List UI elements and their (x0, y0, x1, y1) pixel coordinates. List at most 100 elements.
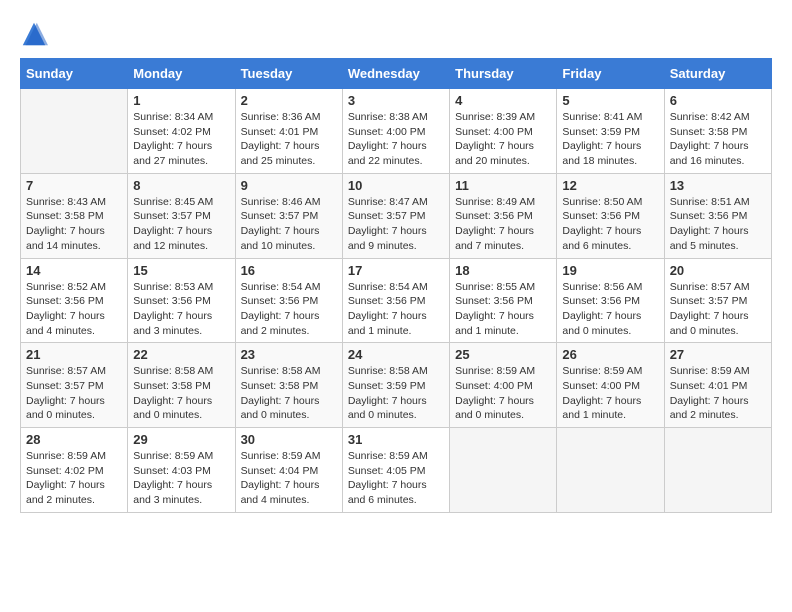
day-info: Sunrise: 8:47 AMSunset: 3:57 PMDaylight:… (348, 195, 444, 254)
calendar-cell: 24 Sunrise: 8:58 AMSunset: 3:59 PMDayligh… (342, 343, 449, 428)
day-number: 27 (670, 347, 766, 362)
day-number: 6 (670, 93, 766, 108)
day-number: 25 (455, 347, 551, 362)
calendar-cell: 27 Sunrise: 8:59 AMSunset: 4:01 PMDayligh… (664, 343, 771, 428)
day-info: Sunrise: 8:59 AMSunset: 4:00 PMDaylight:… (562, 364, 658, 423)
day-number: 15 (133, 263, 229, 278)
calendar-cell: 28 Sunrise: 8:59 AMSunset: 4:02 PMDayligh… (21, 428, 128, 513)
day-info: Sunrise: 8:42 AMSunset: 3:58 PMDaylight:… (670, 110, 766, 169)
day-info: Sunrise: 8:46 AMSunset: 3:57 PMDaylight:… (241, 195, 337, 254)
day-number: 28 (26, 432, 122, 447)
day-header-wednesday: Wednesday (342, 59, 449, 89)
calendar-cell: 25Sunrise: 8:59 AMSunset: 4:00 PMDayligh… (450, 343, 557, 428)
day-number: 12 (562, 178, 658, 193)
day-info: Sunrise: 8:58 AMSunset: 3:58 PMDaylight:… (241, 364, 337, 423)
day-info: Sunrise: 8:39 AMSunset: 4:00 PMDaylight:… (455, 110, 551, 169)
day-number: 24 (348, 347, 444, 362)
day-number: 18 (455, 263, 551, 278)
day-number: 2 (241, 93, 337, 108)
calendar-cell: 1 Sunrise: 8:34 AMSunset: 4:02 PMDaylight… (128, 89, 235, 174)
calendar-cell (664, 428, 771, 513)
day-header-saturday: Saturday (664, 59, 771, 89)
calendar-week-5: 28 Sunrise: 8:59 AMSunset: 4:02 PMDayligh… (21, 428, 772, 513)
day-number: 1 (133, 93, 229, 108)
calendar-cell: 2 Sunrise: 8:36 AMSunset: 4:01 PMDaylight… (235, 89, 342, 174)
calendar-cell: 6 Sunrise: 8:42 AMSunset: 3:58 PMDaylight… (664, 89, 771, 174)
day-info: Sunrise: 8:58 AMSunset: 3:58 PMDaylight:… (133, 364, 229, 423)
day-info: Sunrise: 8:59 AMSunset: 4:04 PMDaylight:… (241, 449, 337, 508)
day-number: 7 (26, 178, 122, 193)
day-info: Sunrise: 8:54 AMSunset: 3:56 PMDaylight:… (241, 280, 337, 339)
day-number: 8 (133, 178, 229, 193)
calendar-cell: 10 Sunrise: 8:47 AMSunset: 3:57 PMDayligh… (342, 173, 449, 258)
day-number: 11 (455, 178, 551, 193)
day-number: 5 (562, 93, 658, 108)
day-number: 30 (241, 432, 337, 447)
day-info: Sunrise: 8:52 AMSunset: 3:56 PMDaylight:… (26, 280, 122, 339)
day-header-sunday: Sunday (21, 59, 128, 89)
day-number: 19 (562, 263, 658, 278)
calendar-cell: 4 Sunrise: 8:39 AMSunset: 4:00 PMDaylight… (450, 89, 557, 174)
day-header-thursday: Thursday (450, 59, 557, 89)
day-info: Sunrise: 8:50 AMSunset: 3:56 PMDaylight:… (562, 195, 658, 254)
calendar-cell (450, 428, 557, 513)
calendar-cell: 29 Sunrise: 8:59 AMSunset: 4:03 PMDayligh… (128, 428, 235, 513)
calendar-week-4: 21Sunrise: 8:57 AMSunset: 3:57 PMDayligh… (21, 343, 772, 428)
calendar-cell (557, 428, 664, 513)
day-number: 3 (348, 93, 444, 108)
calendar-cell: 19 Sunrise: 8:56 AMSunset: 3:56 PMDayligh… (557, 258, 664, 343)
day-info: Sunrise: 8:58 AMSunset: 3:59 PMDaylight:… (348, 364, 444, 423)
day-header-monday: Monday (128, 59, 235, 89)
calendar-cell: 11 Sunrise: 8:49 AMSunset: 3:56 PMDayligh… (450, 173, 557, 258)
day-info: Sunrise: 8:34 AMSunset: 4:02 PMDaylight:… (133, 110, 229, 169)
calendar-cell: 21Sunrise: 8:57 AMSunset: 3:57 PMDayligh… (21, 343, 128, 428)
calendar-cell: 7Sunrise: 8:43 AMSunset: 3:58 PMDaylight… (21, 173, 128, 258)
calendar-cell: 12 Sunrise: 8:50 AMSunset: 3:56 PMDayligh… (557, 173, 664, 258)
logo (20, 20, 52, 48)
calendar-cell: 31Sunrise: 8:59 AMSunset: 4:05 PMDayligh… (342, 428, 449, 513)
calendar-cell: 30 Sunrise: 8:59 AMSunset: 4:04 PMDayligh… (235, 428, 342, 513)
day-header-friday: Friday (557, 59, 664, 89)
day-info: Sunrise: 8:56 AMSunset: 3:56 PMDaylight:… (562, 280, 658, 339)
day-info: Sunrise: 8:54 AMSunset: 3:56 PMDaylight:… (348, 280, 444, 339)
calendar-cell: 15 Sunrise: 8:53 AMSunset: 3:56 PMDayligh… (128, 258, 235, 343)
calendar-cell (21, 89, 128, 174)
day-info: Sunrise: 8:57 AMSunset: 3:57 PMDaylight:… (670, 280, 766, 339)
day-info: Sunrise: 8:57 AMSunset: 3:57 PMDaylight:… (26, 364, 122, 423)
day-number: 26 (562, 347, 658, 362)
day-info: Sunrise: 8:59 AMSunset: 4:03 PMDaylight:… (133, 449, 229, 508)
day-info: Sunrise: 8:49 AMSunset: 3:56 PMDaylight:… (455, 195, 551, 254)
day-number: 17 (348, 263, 444, 278)
day-number: 4 (455, 93, 551, 108)
day-number: 22 (133, 347, 229, 362)
calendar-table: SundayMondayTuesdayWednesdayThursdayFrid… (20, 58, 772, 513)
day-info: Sunrise: 8:51 AMSunset: 3:56 PMDaylight:… (670, 195, 766, 254)
logo-icon (20, 20, 48, 48)
calendar-cell: 16 Sunrise: 8:54 AMSunset: 3:56 PMDayligh… (235, 258, 342, 343)
calendar-week-3: 14Sunrise: 8:52 AMSunset: 3:56 PMDayligh… (21, 258, 772, 343)
calendar-week-2: 7Sunrise: 8:43 AMSunset: 3:58 PMDaylight… (21, 173, 772, 258)
calendar-cell: 22 Sunrise: 8:58 AMSunset: 3:58 PMDayligh… (128, 343, 235, 428)
calendar-cell: 8Sunrise: 8:45 AMSunset: 3:57 PMDaylight… (128, 173, 235, 258)
calendar-cell: 5 Sunrise: 8:41 AMSunset: 3:59 PMDaylight… (557, 89, 664, 174)
days-header-row: SundayMondayTuesdayWednesdayThursdayFrid… (21, 59, 772, 89)
day-info: Sunrise: 8:53 AMSunset: 3:56 PMDaylight:… (133, 280, 229, 339)
day-info: Sunrise: 8:59 AMSunset: 4:01 PMDaylight:… (670, 364, 766, 423)
day-header-tuesday: Tuesday (235, 59, 342, 89)
calendar-cell: 26 Sunrise: 8:59 AMSunset: 4:00 PMDayligh… (557, 343, 664, 428)
calendar-cell: 9Sunrise: 8:46 AMSunset: 3:57 PMDaylight… (235, 173, 342, 258)
day-info: Sunrise: 8:59 AMSunset: 4:02 PMDaylight:… (26, 449, 122, 508)
calendar-cell: 3 Sunrise: 8:38 AMSunset: 4:00 PMDaylight… (342, 89, 449, 174)
day-number: 29 (133, 432, 229, 447)
day-info: Sunrise: 8:38 AMSunset: 4:00 PMDaylight:… (348, 110, 444, 169)
day-number: 31 (348, 432, 444, 447)
day-number: 13 (670, 178, 766, 193)
day-info: Sunrise: 8:36 AMSunset: 4:01 PMDaylight:… (241, 110, 337, 169)
calendar-cell: 14Sunrise: 8:52 AMSunset: 3:56 PMDayligh… (21, 258, 128, 343)
day-info: Sunrise: 8:55 AMSunset: 3:56 PMDaylight:… (455, 280, 551, 339)
day-number: 10 (348, 178, 444, 193)
day-number: 16 (241, 263, 337, 278)
day-number: 20 (670, 263, 766, 278)
calendar-cell: 13 Sunrise: 8:51 AMSunset: 3:56 PMDayligh… (664, 173, 771, 258)
day-info: Sunrise: 8:41 AMSunset: 3:59 PMDaylight:… (562, 110, 658, 169)
